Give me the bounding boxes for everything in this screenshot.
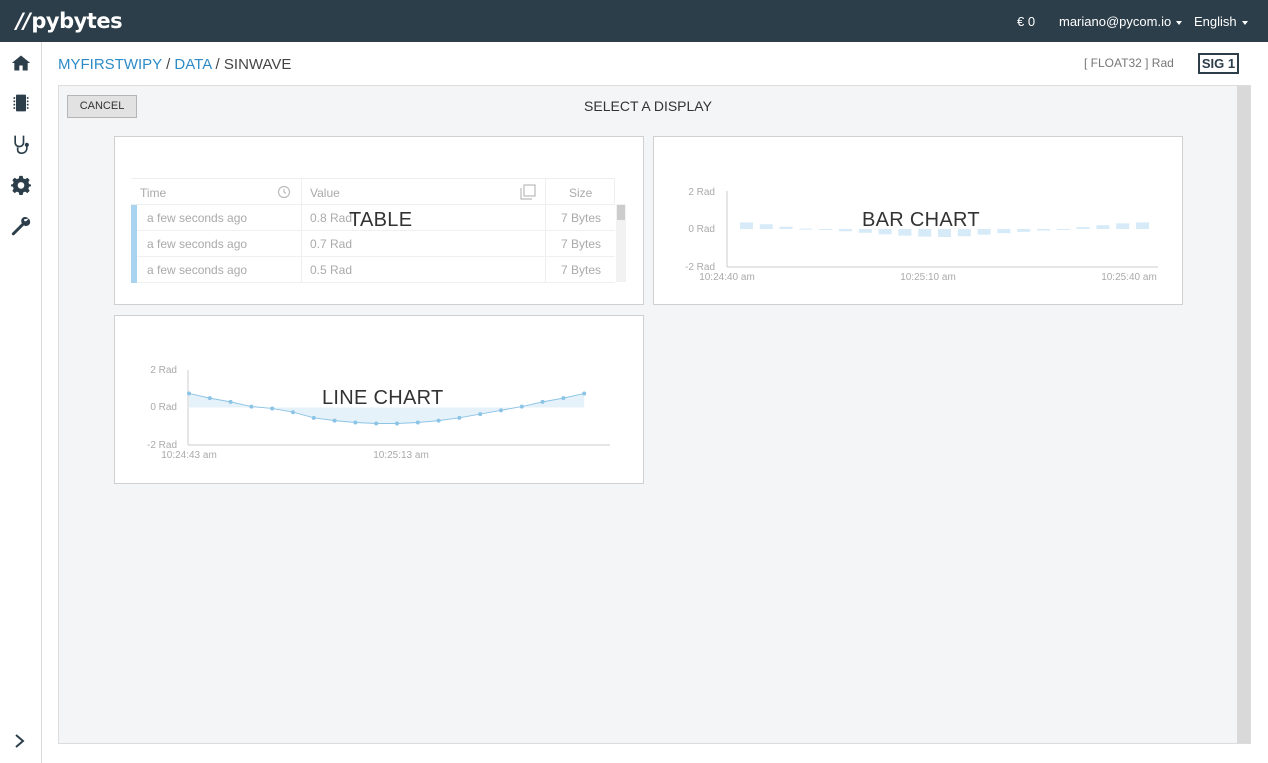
stethoscope-icon[interactable]: [10, 133, 32, 155]
bar: [759, 224, 773, 229]
data-point: [415, 420, 420, 425]
data-point: [457, 415, 462, 420]
table-row: a few seconds ago 0.5 Rad 7 Bytes: [131, 257, 615, 283]
data-point: [332, 418, 337, 423]
data-point: [374, 421, 379, 426]
signal-badge: SIG 1: [1198, 53, 1239, 74]
table-row: a few seconds ago 0.7 Rad 7 Bytes: [131, 231, 615, 257]
breadcrumb-current: SINWAVE: [223, 56, 292, 73]
cell-size: 7 Bytes: [561, 211, 602, 225]
breadcrumb-separator: /: [211, 56, 224, 73]
chevron-right-icon[interactable]: [12, 732, 28, 750]
data-point: [311, 415, 316, 420]
cell-time: a few seconds ago: [147, 211, 248, 225]
bar: [1136, 222, 1149, 229]
table-header: Time Value Size: [131, 178, 615, 205]
data-point: [499, 408, 503, 413]
caret-down-icon: [1241, 20, 1248, 25]
data-point: [478, 412, 483, 417]
column-header-time: Time: [140, 186, 167, 200]
line-chart-option-label: LINE CHART: [322, 387, 444, 409]
table-option-label: TABLE: [349, 209, 413, 231]
language-menu[interactable]: English: [1194, 14, 1248, 29]
top-navbar: //pybytes € 0 mariano@pycom.io English: [0, 0, 1268, 42]
wrench-icon[interactable]: [10, 215, 32, 237]
data-point: [395, 421, 399, 426]
copy-icon: [520, 184, 536, 205]
balance-indicator[interactable]: € 0: [1017, 14, 1035, 29]
data-point: [561, 396, 566, 401]
y-tick-label: 0 Rad: [688, 224, 715, 235]
bar: [839, 229, 852, 232]
bar: [997, 229, 1011, 234]
pybytes-logo[interactable]: //pybytes: [16, 9, 123, 33]
gear-icon[interactable]: [10, 174, 32, 196]
column-header-size: Size: [569, 186, 593, 200]
x-tick-label: 10:25:13 am: [373, 450, 429, 461]
breadcrumb-device-link[interactable]: MYFIRSTWIPY: [58, 56, 162, 73]
data-point: [270, 406, 275, 411]
data-point: [353, 420, 358, 425]
cell-time: a few seconds ago: [147, 237, 248, 251]
bar: [1037, 229, 1050, 231]
x-tick-label: 10:25:10 am: [900, 272, 956, 283]
panel-scrollbar[interactable]: [1237, 86, 1250, 743]
sidebar: [0, 42, 42, 763]
breadcrumb-data-link[interactable]: DATA: [174, 56, 211, 73]
data-point: [228, 399, 233, 404]
bar: [740, 222, 753, 229]
x-tick-label: 10:25:40 am: [1101, 272, 1157, 283]
bar: [1056, 229, 1070, 230]
x-tick-label: 10:24:40 am: [699, 272, 755, 283]
data-point: [207, 396, 212, 401]
cell-size: 7 Bytes: [561, 263, 602, 277]
home-icon[interactable]: [10, 52, 32, 74]
y-tick-label: 2 Rad: [688, 187, 715, 198]
data-point: [540, 399, 545, 404]
data-point: [249, 404, 254, 409]
cell-size: 7 Bytes: [561, 237, 602, 251]
data-point: [582, 391, 587, 396]
data-point: [291, 410, 295, 415]
data-point: [519, 404, 524, 409]
bar: [1116, 223, 1130, 229]
bar: [1096, 225, 1110, 229]
bar: [799, 228, 813, 230]
breadcrumb-separator: /: [161, 56, 175, 73]
column-header-value: Value: [310, 186, 340, 200]
signal-type-label: [ FLOAT32 ] Rad: [1084, 56, 1174, 70]
data-point: [436, 418, 441, 423]
breadcrumb: MYFIRSTWIPY / DATA / SINWAVE: [58, 56, 291, 73]
user-email: mariano@pycom.io: [1059, 14, 1172, 29]
bar: [779, 226, 793, 229]
bar-chart-option-label: BAR CHART: [862, 209, 980, 231]
cell-time: a few seconds ago: [147, 263, 248, 277]
y-tick-label: 0 Rad: [150, 402, 177, 413]
panel-title: SELECT A DISPLAY: [584, 98, 712, 114]
user-menu[interactable]: mariano@pycom.io: [1059, 14, 1183, 29]
history-icon: [277, 185, 291, 204]
language-label: English: [1194, 14, 1237, 29]
cell-value: 0.7 Rad: [310, 237, 353, 251]
bar: [819, 229, 833, 230]
cell-value: 0.5 Rad: [310, 263, 353, 277]
table-scrollbar[interactable]: [616, 204, 626, 282]
x-tick-label: 10:24:43 am: [161, 450, 217, 461]
bar: [1017, 229, 1031, 232]
data-point: [187, 391, 191, 396]
caret-down-icon: [1176, 20, 1183, 25]
cell-value: 0.8 Rad: [310, 211, 353, 225]
cancel-button[interactable]: CANCEL: [67, 95, 137, 118]
bar: [1076, 227, 1090, 229]
y-tick-label: 2 Rad: [150, 365, 177, 376]
